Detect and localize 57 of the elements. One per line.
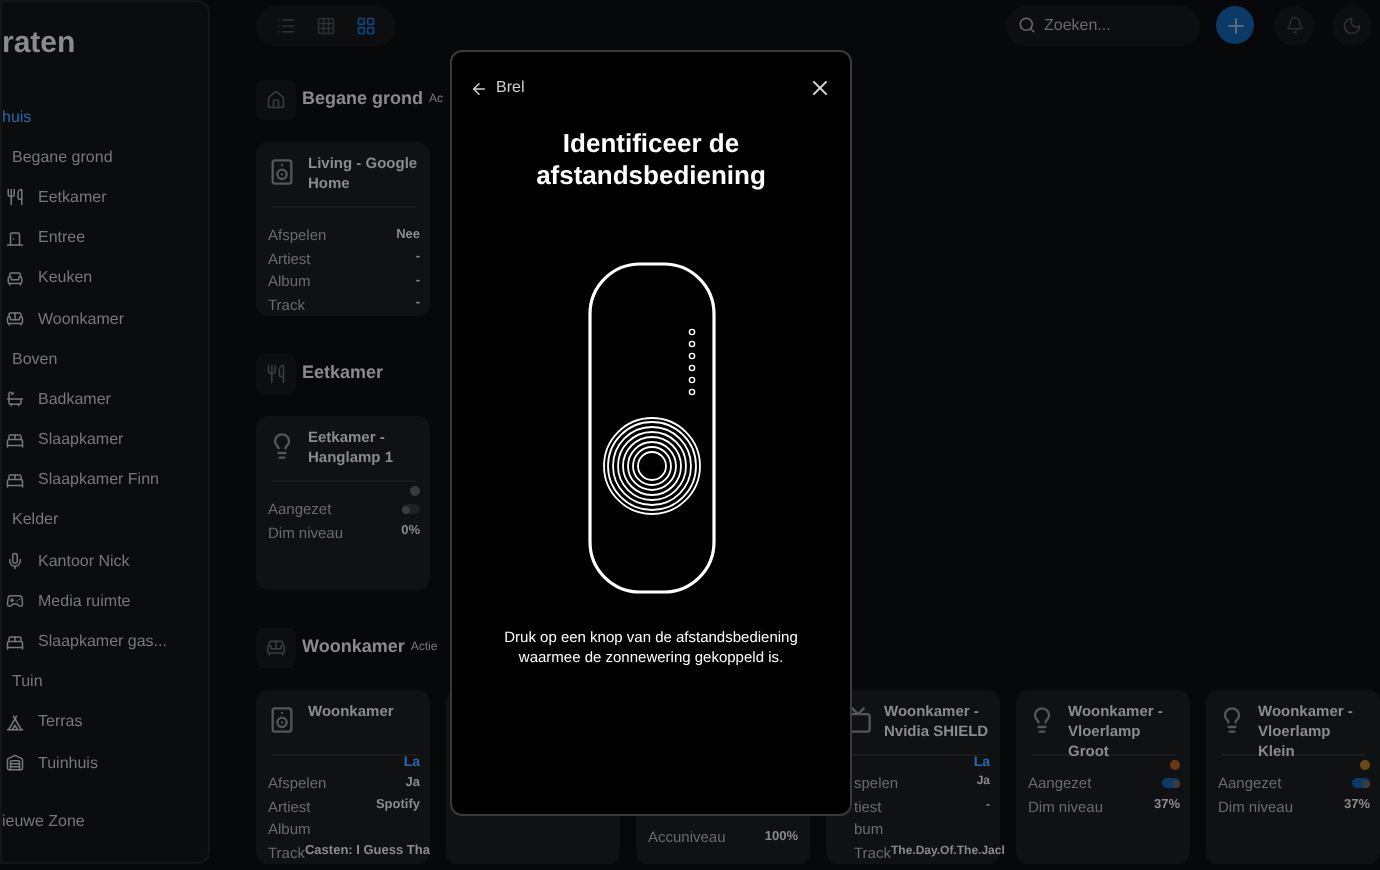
bed-icon: [6, 633, 24, 652]
lightbulb-icon: [268, 432, 296, 460]
close-button[interactable]: [808, 76, 832, 100]
search-input[interactable]: Zoeken...: [1044, 13, 1184, 37]
dialog-title: Identificeer de afstandsbediening: [534, 128, 768, 192]
door-icon: [6, 229, 24, 248]
bathtub-icon: [6, 390, 24, 409]
sidebar-item[interactable]: Woonkamer: [2, 298, 208, 340]
sidebar-item[interactable]: ieuwe Zone: [2, 810, 208, 834]
sidebar-item[interactable]: Eetkamer: [2, 177, 208, 219]
sidebar-title: raten: [2, 24, 78, 64]
toggle-switch[interactable]: [1162, 778, 1180, 789]
theme-button[interactable]: [1332, 5, 1372, 45]
sofa-icon: [256, 628, 296, 668]
group-header[interactable]: Kelder: [2, 500, 208, 542]
cutlery-icon: [6, 188, 24, 207]
cutlery-icon: [256, 354, 296, 394]
sidebar-item[interactable]: Keuken: [2, 258, 208, 299]
bell-icon: [1285, 16, 1303, 34]
house-icon: [256, 80, 296, 120]
group-header[interactable]: Boven: [2, 339, 208, 380]
section-title: Woonkamer: [302, 634, 405, 661]
toggle-switch[interactable]: [1352, 778, 1370, 789]
bed-icon: [6, 431, 24, 450]
add-button[interactable]: [1216, 6, 1254, 44]
sidebar-item[interactable]: Slaapkamer gas...: [2, 621, 208, 663]
section-title: Eetkamer: [302, 360, 384, 387]
sidebar-item[interactable]: Slaapkamer Finn: [2, 460, 208, 501]
section-title: Begane grond: [302, 86, 424, 113]
tent-icon: [6, 713, 24, 732]
back-arrow-icon: [470, 79, 488, 97]
lightbulb-icon: [1218, 706, 1246, 734]
microphone-icon: [6, 552, 24, 571]
plus-icon: [1223, 13, 1247, 37]
sidebar-item[interactable]: Terras: [2, 702, 208, 743]
bed-icon: [6, 471, 24, 490]
sidebar-item[interactable]: Media ruimte: [2, 581, 208, 622]
sidebar-item[interactable]: Slaapkamer: [2, 420, 208, 461]
chair-icon: [6, 269, 24, 288]
moon-icon: [1342, 15, 1362, 35]
sidebar-item[interactable]: huis: [2, 97, 208, 138]
group-header[interactable]: Tuin: [2, 662, 208, 703]
shed-icon: [6, 754, 24, 773]
gamepad-icon: [6, 592, 24, 611]
notifications-button[interactable]: [1274, 5, 1314, 45]
sidebar-item[interactable]: Kantoor Nick: [2, 541, 208, 582]
close-icon: [808, 76, 832, 100]
lightbulb-icon: [1028, 706, 1056, 734]
search-bar[interactable]: Zoeken...: [1006, 5, 1200, 45]
back-button[interactable]: Brel: [470, 76, 525, 100]
toggle-switch[interactable]: [402, 504, 420, 515]
sidebar-item[interactable]: Tuinhuis: [2, 743, 208, 784]
sidebar-item[interactable]: Entree: [2, 218, 208, 259]
group-header[interactable]: Begane grond: [2, 137, 208, 178]
sofa-icon: [6, 310, 24, 329]
search-icon: [1018, 16, 1036, 34]
sidebar-item[interactable]: Badkamer: [2, 379, 208, 420]
